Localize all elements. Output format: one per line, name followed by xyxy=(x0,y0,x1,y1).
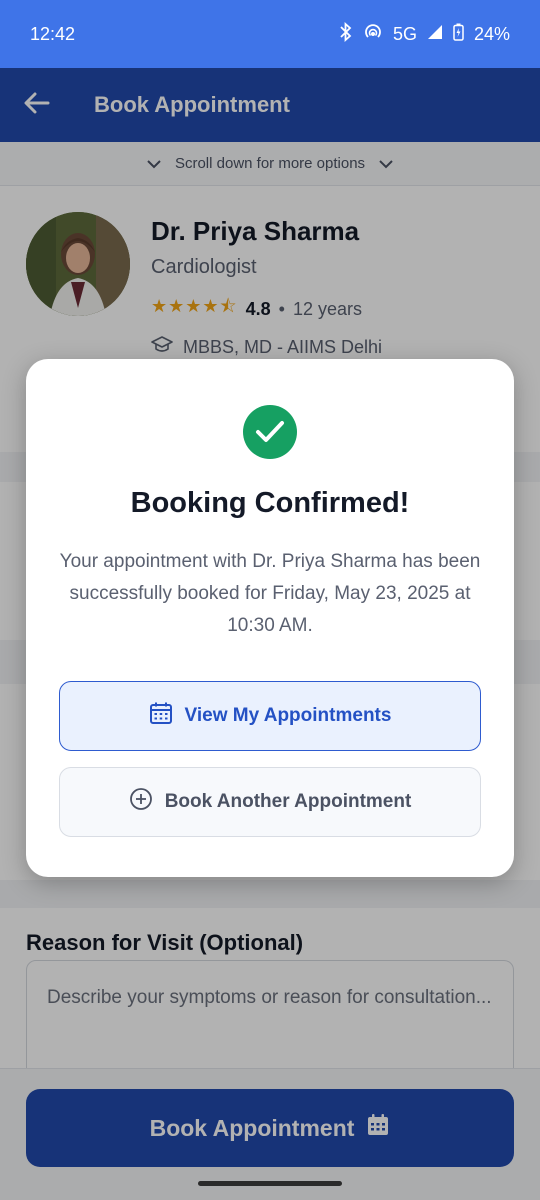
dialog-message: Your appointment with Dr. Priya Sharma h… xyxy=(59,551,481,636)
calendar-icon xyxy=(149,701,173,731)
status-bar: 12:42 5G 24% xyxy=(0,0,540,68)
network-type: 5G xyxy=(392,23,417,44)
status-icons: 5G 24% xyxy=(339,21,510,47)
booking-confirmed-dialog: Booking Confirmed! Your appointment with… xyxy=(26,359,514,877)
add-circle-icon xyxy=(129,787,153,817)
bluetooth-icon xyxy=(339,21,353,47)
battery-level: 24% xyxy=(473,23,510,44)
view-appointments-button[interactable]: View My Appointments xyxy=(59,681,481,751)
hotspot-icon xyxy=(363,23,383,46)
status-time: 12:42 xyxy=(30,23,76,44)
success-check-icon xyxy=(243,405,297,459)
dialog-title: Booking Confirmed! xyxy=(130,487,410,519)
view-appointments-label: View My Appointments xyxy=(184,705,392,726)
book-another-button[interactable]: Book Another Appointment xyxy=(59,767,481,837)
battery-charging-icon xyxy=(453,23,464,46)
signal-icon xyxy=(427,24,443,45)
book-another-label: Book Another Appointment xyxy=(164,791,412,812)
